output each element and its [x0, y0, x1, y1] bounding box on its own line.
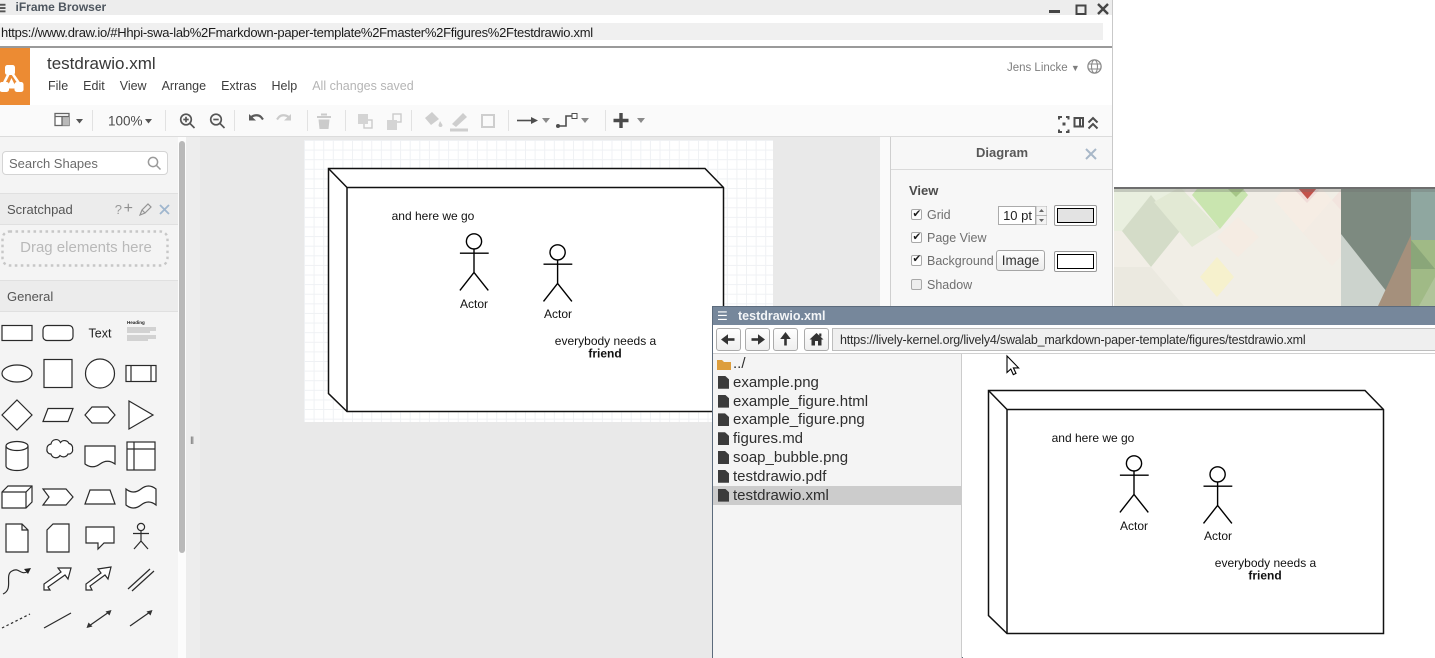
svg-text:Heading: Heading — [127, 320, 145, 325]
svg-text:100%: 100% — [108, 114, 143, 129]
svg-text:Text: Text — [89, 327, 112, 341]
